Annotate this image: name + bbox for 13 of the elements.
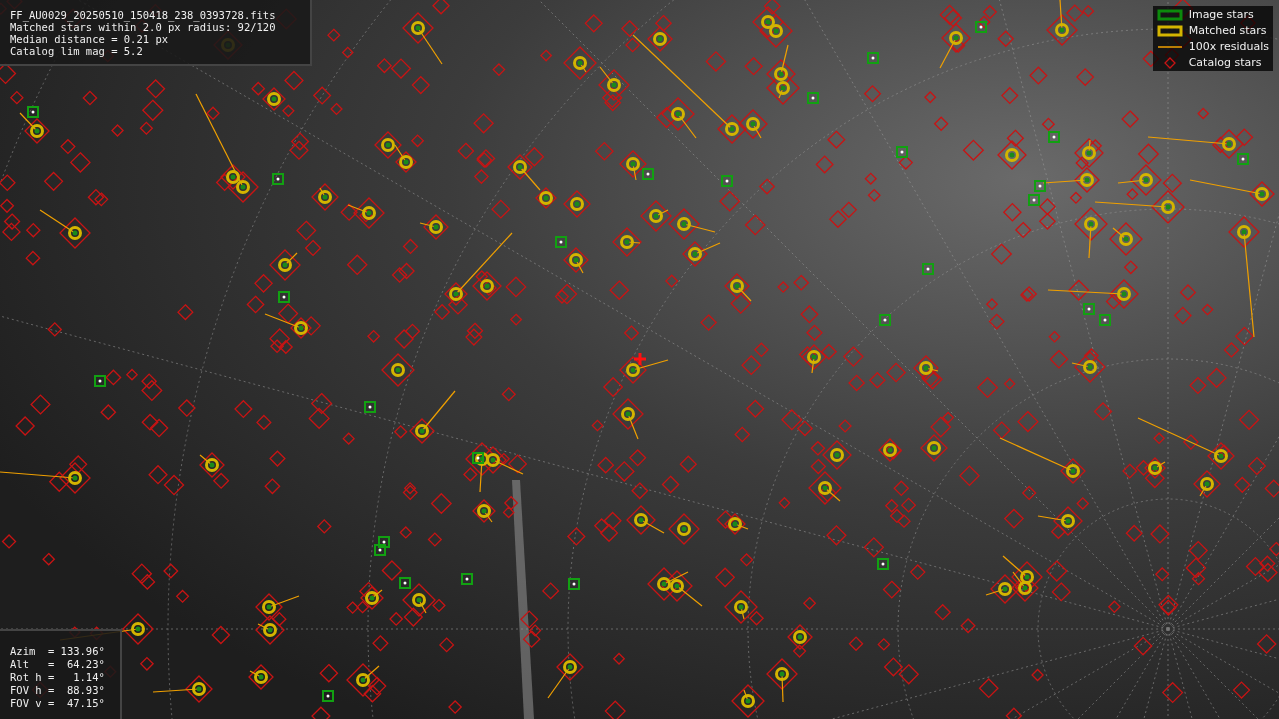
pointing-text: FOV v = 47.15°	[10, 697, 106, 709]
legend-label: Image stars	[1188, 8, 1254, 21]
legend-label: Matched stars	[1188, 24, 1267, 37]
info-text: Catalog lim mag = 5.2	[10, 45, 144, 57]
pointing-text: Rot h = 1.14°	[10, 671, 106, 683]
info-text: Median distance = 0.21 px	[10, 33, 170, 45]
legend-label: Catalog stars	[1188, 56, 1262, 69]
legend-label: 100x residuals	[1188, 40, 1269, 53]
pointing-text: FOV h = 88.93°	[10, 684, 106, 696]
pointing-text: Alt = 64.23°	[10, 658, 106, 670]
info-text: Matched stars within 2.0 px radius: 92/120	[10, 21, 277, 33]
pointing-text: Azim = 133.96°	[10, 645, 106, 657]
info-text: FF_AU0029_20250510_150418_238_0393728.fits	[10, 9, 277, 21]
